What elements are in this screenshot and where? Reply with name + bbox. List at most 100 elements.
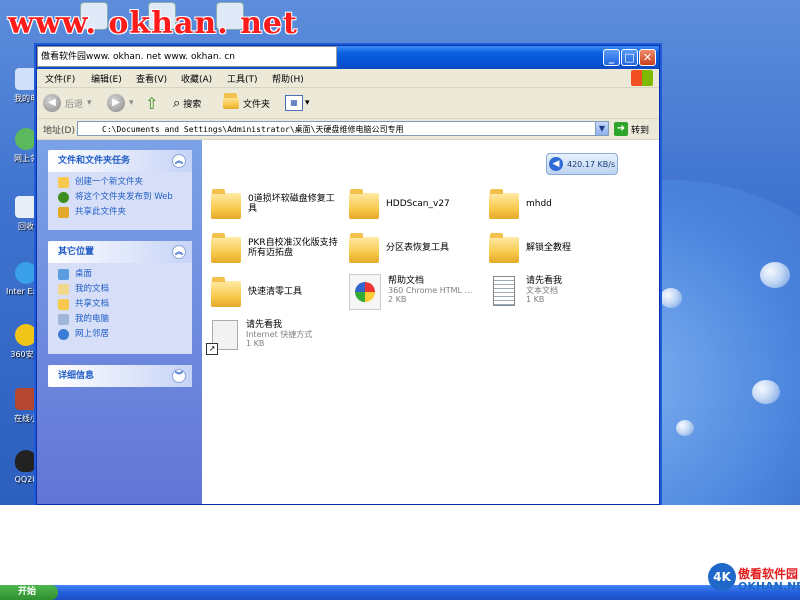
address-dropdown-icon[interactable]: ▼	[595, 121, 609, 136]
collapse-icon[interactable]: ︽	[172, 245, 186, 259]
back-button[interactable]: ◀ 后退 ▾	[43, 92, 92, 114]
download-speed-widget[interactable]: ◀ 420.17 KB/s	[546, 153, 618, 175]
file-name: 请先看我	[246, 320, 283, 330]
maximize-button[interactable]: □	[621, 49, 638, 66]
menu-favorites[interactable]: 收藏(A)	[181, 72, 212, 85]
menu-tools[interactable]: 工具(T)	[227, 72, 258, 85]
file-item[interactable]: 0道损坏软磁盘修复工具	[211, 188, 351, 222]
qq-icon	[15, 450, 37, 472]
expand-icon[interactable]: ︾	[172, 369, 186, 383]
folder-icon	[211, 189, 241, 219]
logo-mark: 4K	[708, 563, 736, 591]
menu-edit[interactable]: 编辑(E)	[91, 72, 122, 85]
views-button[interactable]: ▦ ▾	[285, 92, 310, 114]
file-item[interactable]: 请先看我 文本文档 1 KB	[489, 274, 629, 308]
search-label: 搜索	[183, 99, 202, 110]
go-button[interactable]: 转到	[631, 123, 649, 136]
file-item[interactable]: 解锁全教程	[489, 232, 629, 266]
folders-button[interactable]: 文件夹	[223, 92, 270, 114]
search-icon: ⌕	[173, 95, 181, 111]
logo-line2: OKHAN.NET	[738, 580, 800, 593]
desktop-icon-label: 在线小	[14, 414, 38, 423]
desktop-bubble	[660, 288, 682, 308]
folder-icon	[489, 189, 519, 219]
go-arrow-icon[interactable]: ➜	[614, 122, 628, 136]
desktop-icon-label: QQ20	[14, 475, 38, 484]
folder-icon	[211, 277, 241, 307]
recycle-bin-icon	[15, 196, 37, 218]
place-shared-documents[interactable]: 共享文档	[48, 297, 192, 312]
site-logo: 4K 傲看软件园 OKHAN.NET	[708, 563, 800, 597]
menu-file[interactable]: 文件(F)	[45, 72, 75, 85]
collapse-icon[interactable]: ︽	[172, 154, 186, 168]
speed-arrow-icon: ◀	[549, 157, 563, 171]
forward-arrow-icon: ▶	[107, 94, 125, 112]
folder-icon	[489, 233, 519, 263]
menu-help[interactable]: 帮助(H)	[272, 72, 304, 85]
network-icon	[15, 128, 37, 150]
desktop-bubble	[752, 380, 780, 404]
folder-icon	[349, 233, 379, 263]
file-name: 请先看我	[526, 276, 563, 286]
publish-web-icon	[58, 192, 69, 203]
minimize-button[interactable]: _	[603, 49, 620, 66]
file-item[interactable]: 分区表恢复工具	[349, 232, 489, 266]
place-link-label: 网上邻居	[75, 329, 110, 339]
place-desktop[interactable]: 桌面	[48, 263, 192, 282]
address-bar: 地址(D) C:\Documents and Settings\Administ…	[37, 119, 659, 140]
place-link-label: 桌面	[75, 269, 93, 279]
internet-shortcut-icon: ↗	[206, 318, 239, 355]
other-places-header[interactable]: 其它位置 ︽	[48, 241, 192, 263]
360-icon	[15, 324, 37, 346]
address-input[interactable]: C:\Documents and Settings\Administrator\…	[77, 121, 609, 136]
file-size: 2 KB	[388, 295, 407, 304]
file-item[interactable]: PKR自校准汉化版支持所有迈拓盘	[211, 232, 351, 266]
close-button[interactable]: ✕	[639, 49, 656, 66]
folders-icon	[223, 93, 239, 109]
file-item[interactable]: mhdd	[489, 188, 629, 222]
place-link-label: 我的电脑	[75, 314, 110, 324]
task-new-folder[interactable]: 创建一个新文件夹	[48, 172, 192, 190]
place-my-computer[interactable]: 我的电脑	[48, 312, 192, 327]
other-places-panel: 其它位置 ︽ 桌面 我的文档 共享文档 我的电脑 网上邻居	[48, 241, 192, 354]
new-folder-icon	[58, 177, 69, 188]
title-bar[interactable]: 傲看软件园www. okhan. net www. okhan. cn _ □ …	[37, 46, 659, 69]
folder-icon	[349, 189, 379, 219]
speed-value: 420.17 KB/s	[567, 160, 616, 169]
task-publish-web[interactable]: 将这个文件夹发布到 Web	[48, 190, 192, 205]
file-name: mhdd	[526, 199, 552, 209]
forward-button[interactable]: ▶ ▾	[107, 92, 134, 114]
my-computer-icon	[58, 314, 69, 325]
explorer-window: 傲看软件园www. okhan. net www. okhan. cn _ □ …	[36, 45, 660, 505]
file-name: 解锁全教程	[526, 243, 572, 253]
file-name: 0道损坏软磁盘修复工具	[248, 194, 335, 214]
file-item[interactable]: 快速清零工具	[211, 276, 351, 310]
back-label: 后退	[65, 99, 84, 110]
file-item[interactable]: 帮助文档 360 Chrome HTML ... 2 KB	[349, 274, 489, 310]
file-tasks-header[interactable]: 文件和文件夹任务 ︽	[48, 150, 192, 172]
menu-view[interactable]: 查看(V)	[136, 72, 167, 85]
place-my-documents[interactable]: 我的文档	[48, 282, 192, 297]
up-button[interactable]: ⇧	[145, 92, 158, 114]
file-item[interactable]: ↗ 请先看我 Internet 快捷方式 1 KB	[206, 318, 349, 355]
views-icon: ▦	[285, 95, 303, 111]
taskbar: 开始	[0, 585, 800, 600]
toolbar: ◀ 后退 ▾ ▶ ▾ ⇧ ⌕ 搜索 文件夹 ▦ ▾	[37, 88, 659, 119]
folders-label: 文件夹	[243, 99, 271, 110]
task-share-folder[interactable]: 共享此文件夹	[48, 205, 192, 220]
file-name: PKR自校准汉化版支持所有迈拓盘	[248, 238, 338, 258]
desktop-icon-label: 回收	[18, 222, 34, 231]
file-item[interactable]: HDDScan_v27	[349, 188, 489, 222]
search-button[interactable]: ⌕ 搜索	[173, 92, 201, 114]
address-label: 地址(D)	[43, 126, 75, 136]
details-header[interactable]: 详细信息 ︾	[48, 365, 192, 387]
folder-icon	[211, 233, 241, 263]
file-type: Internet 快捷方式	[246, 330, 313, 339]
start-button[interactable]: 开始	[0, 585, 58, 600]
place-network[interactable]: 网上邻居	[48, 327, 192, 342]
place-link-label: 共享文档	[75, 299, 110, 309]
desktop-icon-label: 网上邻	[14, 154, 38, 163]
panel-title: 其它位置	[58, 247, 95, 257]
task-link-label: 将这个文件夹发布到 Web	[75, 192, 173, 202]
chrome-html-icon	[349, 274, 381, 310]
